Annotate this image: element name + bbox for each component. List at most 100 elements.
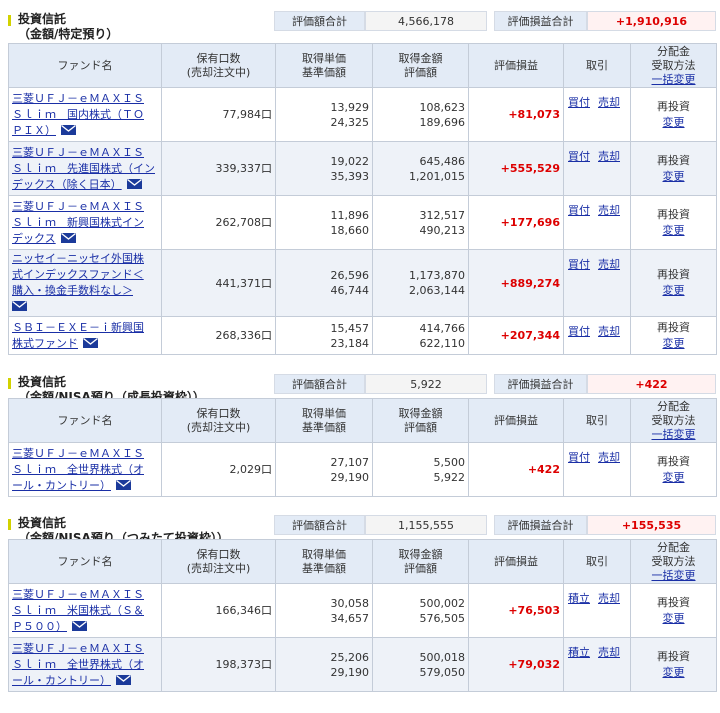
sell-link[interactable]: 売却 [598, 258, 620, 271]
fund-link[interactable]: 三菱ＵＦＪ－ｅＭＡＸＩＳ Ｓｌｉｍ 新興国株式イン デックス [12, 200, 144, 245]
trade-cell: 買付 売却 [563, 316, 631, 355]
section-title-main: 投資信託 [18, 516, 67, 530]
eval-total-value: 5,922 [365, 374, 487, 394]
reinvest-label: 再投資 [657, 320, 690, 334]
holdings-table: ファンド名 保有口数 (売却注文中) 取得単価 基準価額 取得金額 評価額 評価損益 … [8, 539, 717, 692]
col-amount: 取得金額 評価額 [372, 43, 469, 88]
unit-price-cell: 25,206 29,190 [275, 637, 373, 692]
accumulate-link[interactable]: 積立 [568, 592, 590, 605]
fund-link[interactable]: ＳＢＩ－ＥＸＥ－ｉ新興国 株式ファンド [12, 321, 144, 350]
mail-icon[interactable] [83, 337, 98, 348]
change-link[interactable]: 変更 [663, 666, 685, 679]
amount-cell: 500,002 576,505 [372, 583, 469, 638]
change-link[interactable]: 変更 [663, 170, 685, 183]
section-title-sub: （金額/特定預り） [18, 27, 119, 41]
bulk-change-link[interactable]: 一括変更 [652, 428, 696, 441]
section-tokutei: 投資信託 （金額/特定預り） 評価額合計 4,566,178 評価損益合計 +1… [8, 10, 717, 355]
fund-name-cell: 三菱ＵＦＪ－ｅＭＡＸＩＳ Ｓｌｉｍ 新興国株式イン デックス [8, 195, 162, 250]
eval-total-label: 評価額合計 [274, 515, 365, 535]
trade-cell: 積立 売却 [563, 637, 631, 692]
gain-value: +555,529 [468, 141, 564, 196]
mail-icon[interactable] [116, 674, 131, 685]
unit-price-cell: 30,058 34,657 [275, 583, 373, 638]
eval-total-label: 評価額合計 [274, 374, 365, 394]
change-link[interactable]: 変更 [663, 471, 685, 484]
col-fund-name: ファンド名 [8, 539, 162, 584]
bulk-change-link[interactable]: 一括変更 [652, 569, 696, 582]
change-link[interactable]: 変更 [663, 612, 685, 625]
col-holding: 保有口数 (売却注文中) [161, 43, 276, 88]
holding-qty: 77,984口 [161, 87, 276, 142]
holdings-table: ファンド名 保有口数 (売却注文中) 取得単価 基準価額 取得金額 評価額 評価損益 … [8, 43, 717, 355]
sell-link[interactable]: 売却 [598, 96, 620, 109]
col-amount: 取得金額 評価額 [372, 539, 469, 584]
buy-link[interactable]: 買付 [568, 258, 590, 271]
gain-value: +79,032 [468, 637, 564, 692]
fund-name-cell: 三菱ＵＦＪ－ｅＭＡＸＩＳ Ｓｌｉｍ 米国株式（Ｓ＆ Ｐ５００） [8, 583, 162, 638]
change-link[interactable]: 変更 [663, 224, 685, 237]
bulk-change-link[interactable]: 一括変更 [652, 73, 696, 86]
holdings-table: ファンド名 保有口数 (売却注文中) 取得単価 基準価額 取得金額 評価額 評価損益 … [8, 398, 717, 497]
table-row: 三菱ＵＦＪ－ｅＭＡＸＩＳ Ｓｌｉｍ 全世界株式（オ ール・カントリー） 2,029口… [8, 442, 717, 497]
mail-icon[interactable] [126, 178, 142, 189]
unit-price-cell: 11,896 18,660 [275, 195, 373, 250]
amount-cell: 500,018 579,050 [372, 637, 469, 692]
table-header-row: ファンド名 保有口数 (売却注文中) 取得単価 基準価額 取得金額 評価額 評価損益 … [8, 398, 717, 443]
mail-icon[interactable] [116, 479, 131, 490]
table-header-row: ファンド名 保有口数 (売却注文中) 取得単価 基準価額 取得金額 評価額 評価損益 … [8, 539, 717, 584]
distribution-cell: 再投資 変更 [630, 637, 717, 692]
amount-cell: 312,517 490,213 [372, 195, 469, 250]
sell-link[interactable]: 売却 [598, 451, 620, 464]
change-link[interactable]: 変更 [663, 337, 685, 350]
section-title-main: 投資信託 [18, 12, 67, 26]
accumulate-link[interactable]: 積立 [568, 646, 590, 659]
col-holding: 保有口数 (売却注文中) [161, 398, 276, 443]
col-trade: 取引 [563, 43, 631, 88]
section-nisa-growth: 投資信託 （金額/NISA預り（成長投資枠）） 評価額合計 5,922 評価損益… [8, 373, 717, 497]
buy-link[interactable]: 買付 [568, 204, 590, 217]
buy-link[interactable]: 買付 [568, 96, 590, 109]
sell-link[interactable]: 売却 [598, 325, 620, 338]
eval-gain-total-value: +422 [587, 374, 716, 394]
amount-cell: 1,173,870 2,063,144 [372, 249, 469, 317]
gain-value: +76,503 [468, 583, 564, 638]
fund-link[interactable]: ニッセイ－ニッセイ外国株 式インデックスファンド＜ 購入・換金手数料なし＞ [12, 252, 144, 297]
mail-icon[interactable] [72, 620, 87, 631]
amount-cell: 645,486 1,201,015 [372, 141, 469, 196]
eval-total-value: 1,155,555 [365, 515, 487, 535]
sell-link[interactable]: 売却 [598, 150, 620, 163]
col-distribution: 分配金 受取方法 一括変更 [630, 43, 717, 88]
eval-total-value: 4,566,178 [365, 11, 487, 31]
table-row: ニッセイ－ニッセイ外国株 式インデックスファンド＜ 購入・換金手数料なし＞ 441,… [8, 249, 717, 317]
unit-price-cell: 27,107 29,190 [275, 442, 373, 497]
eval-gain-total-label: 評価損益合計 [494, 515, 587, 535]
distribution-cell: 再投資 変更 [630, 316, 717, 355]
fund-link[interactable]: 三菱ＵＦＪ－ｅＭＡＸＩＳ Ｓｌｉｍ 国内株式（ＴＯ ＰＩＸ） [12, 92, 144, 137]
change-link[interactable]: 変更 [663, 116, 685, 129]
fund-name-cell: 三菱ＵＦＪ－ｅＭＡＸＩＳ Ｓｌｉｍ 全世界株式（オ ール・カントリー） [8, 637, 162, 692]
distribution-cell: 再投資 変更 [630, 442, 717, 497]
col-gain: 評価損益 [468, 43, 564, 88]
eval-gain-total-value: +155,535 [587, 515, 716, 535]
fund-name-cell: ニッセイ－ニッセイ外国株 式インデックスファンド＜ 購入・換金手数料なし＞ [8, 249, 162, 317]
holding-qty: 2,029口 [161, 442, 276, 497]
sell-link[interactable]: 売却 [598, 646, 620, 659]
sell-link[interactable]: 売却 [598, 204, 620, 217]
section-marker [8, 519, 11, 530]
section-marker [8, 378, 11, 389]
mail-icon[interactable] [61, 124, 76, 135]
col-amount: 取得金額 評価額 [372, 398, 469, 443]
mail-icon[interactable] [60, 232, 76, 243]
holding-qty: 268,336口 [161, 316, 276, 355]
sell-link[interactable]: 売却 [598, 592, 620, 605]
change-link[interactable]: 変更 [663, 284, 685, 297]
buy-link[interactable]: 買付 [568, 451, 590, 464]
table-row: 三菱ＵＦＪ－ｅＭＡＸＩＳ Ｓｌｉｍ 国内株式（ＴＯ ＰＩＸ） 77,984口 13,… [8, 87, 717, 142]
buy-link[interactable]: 買付 [568, 150, 590, 163]
amount-cell: 108,623 189,696 [372, 87, 469, 142]
mail-icon[interactable] [12, 301, 27, 311]
unit-price-cell: 26,596 46,744 [275, 249, 373, 317]
reinvest-label: 再投資 [657, 268, 690, 281]
trade-cell: 買付 売却 [563, 195, 631, 250]
buy-link[interactable]: 買付 [568, 325, 590, 338]
